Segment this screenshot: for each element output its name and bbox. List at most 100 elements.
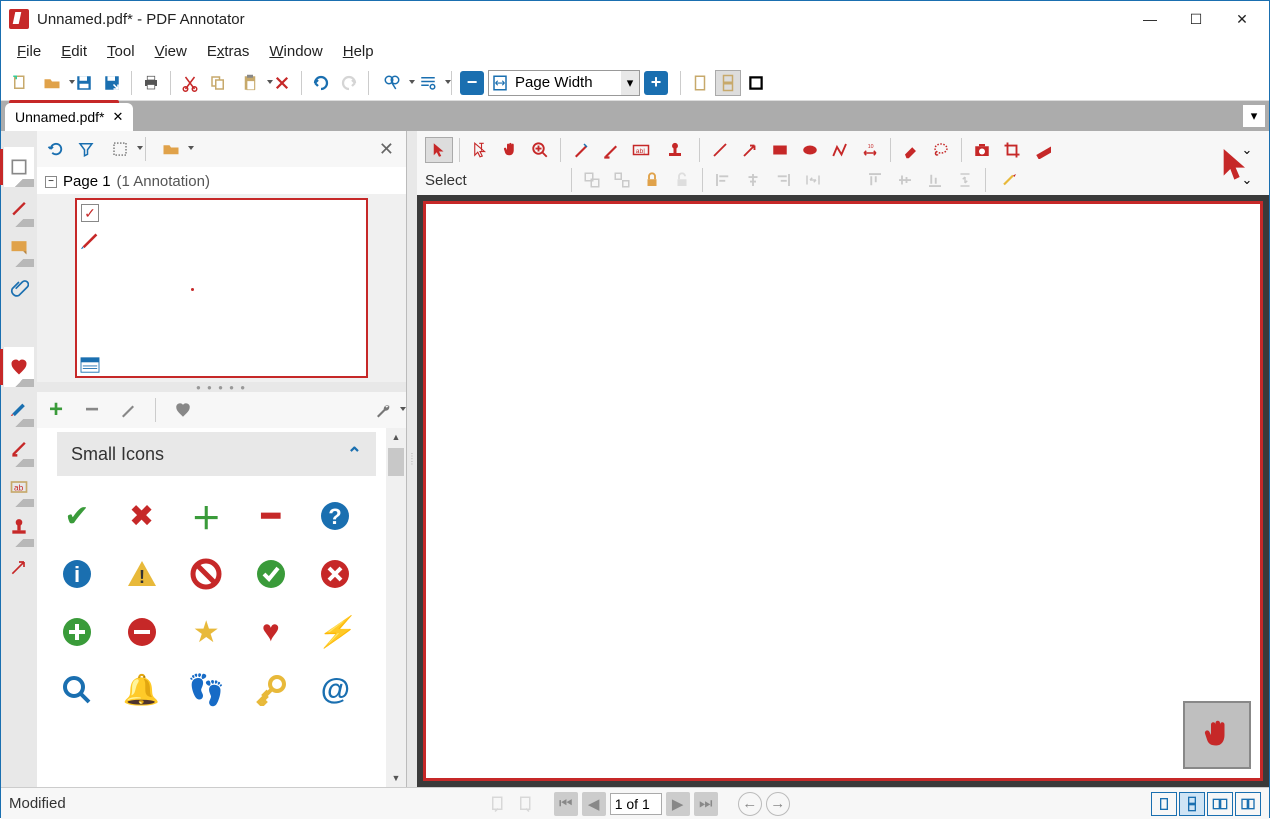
menu-help[interactable]: Help <box>335 41 382 62</box>
find-button[interactable] <box>375 70 409 96</box>
align-center-button[interactable] <box>739 167 767 193</box>
grab-mode-button[interactable] <box>1183 701 1251 769</box>
stamp-check-circle[interactable] <box>251 554 291 594</box>
stamp-plus-circle[interactable] <box>57 612 97 652</box>
view-continuous[interactable] <box>1179 792 1205 816</box>
stamp-scrollbar[interactable]: ▲ ▼ <box>386 428 406 787</box>
stamp-warning[interactable]: ! <box>122 554 162 594</box>
vertical-splitter[interactable]: ····· <box>407 131 417 787</box>
arrow-shape-tool[interactable] <box>736 137 764 163</box>
crop-tool[interactable] <box>998 137 1026 163</box>
stamp-favorite-button[interactable] <box>170 397 196 423</box>
nav-back-button[interactable]: ← <box>738 792 762 816</box>
zoom-select[interactable]: Page Width ▾ <box>488 70 640 96</box>
stamp-add-button[interactable]: + <box>43 397 69 423</box>
first-page-button[interactable]: ⏮ <box>554 792 578 816</box>
menu-file[interactable]: File <box>9 41 49 62</box>
zoom-in-button[interactable]: + <box>644 71 668 95</box>
menu-edit[interactable]: Edit <box>53 41 95 62</box>
selection-mode-button[interactable] <box>103 136 137 162</box>
section-header[interactable]: Small Icons ⌃ <box>57 432 376 476</box>
distribute-v-button[interactable] <box>951 167 979 193</box>
last-page-button[interactable]: ⏭ <box>694 792 718 816</box>
pdf-page[interactable] <box>423 201 1263 781</box>
align-middle-button[interactable] <box>891 167 919 193</box>
snapshot-tool[interactable] <box>968 137 996 163</box>
stamp-check[interactable]: ✔ <box>57 496 97 536</box>
group-button[interactable] <box>578 167 606 193</box>
paste-button[interactable] <box>233 70 267 96</box>
delete-button[interactable] <box>269 70 295 96</box>
text-select-tool[interactable] <box>466 137 494 163</box>
page-canvas[interactable] <box>417 195 1269 787</box>
fullscreen-button[interactable] <box>743 70 769 96</box>
pan-tool[interactable] <box>496 137 524 163</box>
stamp-heart[interactable]: ♥ <box>251 612 291 652</box>
menu-view[interactable]: View <box>147 41 195 62</box>
cut-button[interactable] <box>177 70 203 96</box>
textbox-tool[interactable]: ab| <box>627 137 655 163</box>
tab-overflow-button[interactable]: ▾ <box>1243 105 1265 127</box>
polyline-tool[interactable] <box>826 137 854 163</box>
copy-button[interactable] <box>205 70 231 96</box>
stamp-x[interactable]: ✖ <box>122 496 162 536</box>
menu-tool[interactable]: Tool <box>99 41 143 62</box>
eraser-tool[interactable] <box>897 137 925 163</box>
align-left-button[interactable] <box>709 167 737 193</box>
zoom-dropdown-icon[interactable]: ▾ <box>621 71 639 95</box>
stamp-at[interactable]: @ <box>315 670 355 710</box>
single-page-button[interactable] <box>687 70 713 96</box>
ungroup-button[interactable] <box>608 167 636 193</box>
unlock-button[interactable] <box>668 167 696 193</box>
line-tool[interactable] <box>706 137 734 163</box>
stamp-edit-button[interactable] <box>115 397 141 423</box>
align-top-button[interactable] <box>861 167 889 193</box>
nav-forward-button[interactable]: → <box>766 792 790 816</box>
align-bottom-button[interactable] <box>921 167 949 193</box>
view-book[interactable] <box>1235 792 1261 816</box>
distribute-h-button[interactable] <box>799 167 827 193</box>
highlighter-tool[interactable] <box>597 137 625 163</box>
panel-close-button[interactable]: ✕ <box>373 135 400 164</box>
ellipse-tool[interactable] <box>796 137 824 163</box>
page-thumbnail[interactable]: ✓ <box>75 198 368 378</box>
maximize-button[interactable]: ☐ <box>1173 4 1219 34</box>
style-picker-button[interactable] <box>992 167 1028 193</box>
page-input[interactable] <box>610 793 662 815</box>
print-button[interactable] <box>138 70 164 96</box>
prev-page-button[interactable]: ◀ <box>582 792 606 816</box>
stamp-question[interactable]: ? <box>315 496 355 536</box>
pencil-tool[interactable] <box>567 137 595 163</box>
document-tab[interactable]: Unnamed.pdf* ✕ <box>5 103 133 131</box>
attachment-tool[interactable] <box>4 267 34 307</box>
view-single[interactable] <box>1151 792 1177 816</box>
save-as-button[interactable] <box>99 70 125 96</box>
dimension-tool[interactable]: 10 <box>856 137 884 163</box>
minimize-button[interactable]: — <box>1127 4 1173 34</box>
ruler-tool[interactable] <box>1028 137 1056 163</box>
stamp-remove-button[interactable]: − <box>79 397 105 423</box>
stamp-search[interactable] <box>57 670 97 710</box>
stamp-minus-circle[interactable] <box>122 612 162 652</box>
save-button[interactable] <box>71 70 97 96</box>
lasso-tool[interactable] <box>927 137 955 163</box>
stamp-key[interactable] <box>251 670 291 710</box>
new-button[interactable] <box>7 70 33 96</box>
filter-button[interactable] <box>73 136 99 162</box>
next-page-button[interactable]: ▶ <box>666 792 690 816</box>
rectangle-tool[interactable] <box>766 137 794 163</box>
stamp-footsteps[interactable]: 👣 <box>186 670 226 710</box>
redo-button[interactable] <box>336 70 362 96</box>
stamp-plus[interactable]: ＋ <box>186 496 226 536</box>
open-button[interactable] <box>35 70 69 96</box>
thumbnail-checkbox[interactable]: ✓ <box>81 204 99 222</box>
undo-button[interactable] <box>308 70 334 96</box>
stamp-minus[interactable]: ━ <box>251 496 291 536</box>
view-two-page[interactable] <box>1207 792 1233 816</box>
stamp-star[interactable]: ★ <box>186 612 226 652</box>
search-list-button[interactable] <box>411 70 445 96</box>
stamp-lightning[interactable]: ⚡ <box>315 612 355 652</box>
cursor-tool[interactable] <box>425 137 453 163</box>
folder-button[interactable] <box>154 136 188 162</box>
stamp-no-entry[interactable] <box>186 554 226 594</box>
